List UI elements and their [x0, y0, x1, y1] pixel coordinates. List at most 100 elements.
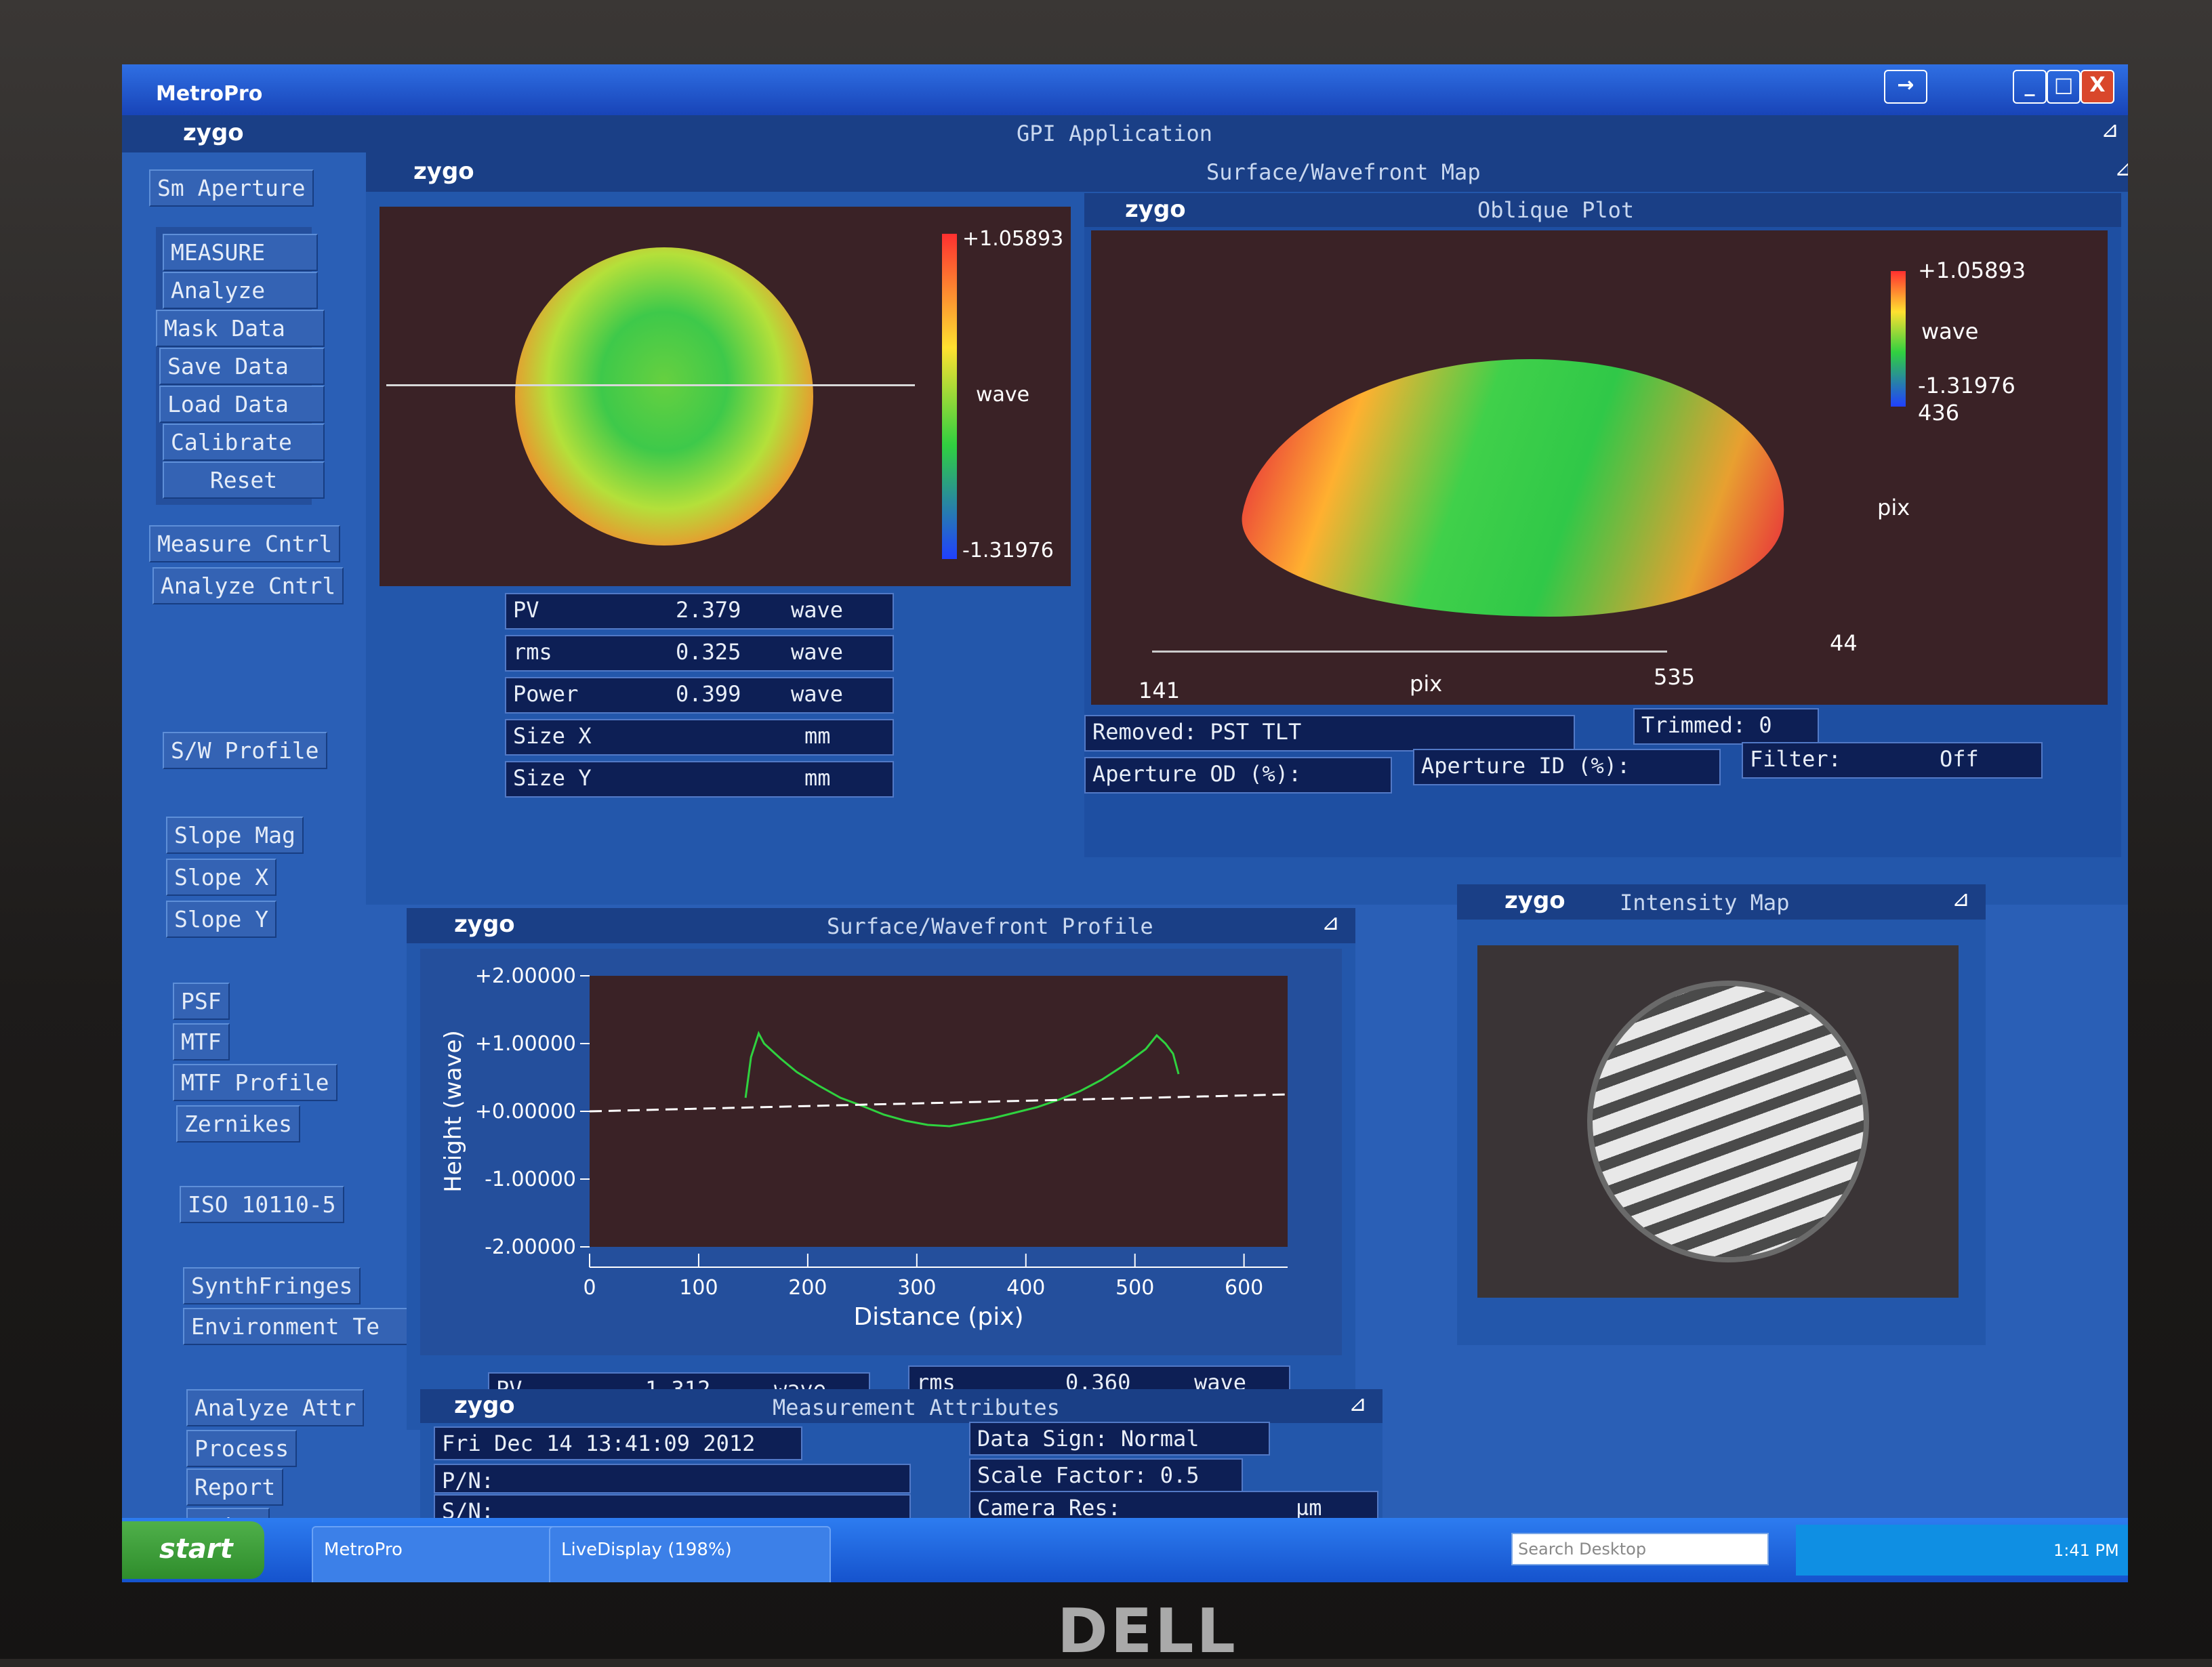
- camera-res-field: Camera Res: µm: [969, 1491, 1378, 1521]
- load-data-button[interactable]: Load Data: [159, 386, 325, 423]
- app-header: zygo GPI Application ⊿: [122, 115, 2128, 152]
- slope-y-button[interactable]: Slope Y: [166, 901, 277, 938]
- oblique-surface: [1224, 359, 1812, 617]
- x-axis-label: Distance (pix): [853, 1303, 1023, 1331]
- save-data-button[interactable]: Save Data: [159, 348, 325, 385]
- date-field: Fri Dec 14 13:41:09 2012: [434, 1426, 802, 1460]
- stat-rms: rms 0.325 wave: [505, 635, 894, 672]
- color-scale-bar: [942, 234, 957, 559]
- x-tick-label: 500: [1115, 1276, 1154, 1300]
- pin-icon[interactable]: ⊿: [1952, 886, 1970, 911]
- mtf-button[interactable]: MTF: [173, 1023, 230, 1061]
- search-desktop-input[interactable]: Search Desktop: [1511, 1533, 1769, 1565]
- oblique-x-max: 535: [1654, 664, 1696, 690]
- process-button[interactable]: Process: [186, 1430, 298, 1467]
- oblique-scale-unit: wave: [1921, 318, 1979, 344]
- arrow-icon[interactable]: →: [1884, 70, 1927, 104]
- pin-icon[interactable]: ⊿: [2114, 155, 2128, 181]
- pn-field: P/N:: [434, 1464, 911, 1494]
- y-tick-label: -2.00000: [485, 1235, 576, 1259]
- attributes-panel: zygo Measurement Attributes ⊿ Fri Dec 14…: [420, 1389, 1382, 1521]
- minimize-button[interactable]: _: [2013, 70, 2047, 104]
- mask-data-button[interactable]: Mask Data: [156, 310, 325, 347]
- attributes-title: Measurement Attributes: [773, 1395, 1060, 1420]
- system-tray: 1:41 PM: [1796, 1525, 2128, 1576]
- measure-cntrl-button[interactable]: Measure Cntrl: [149, 525, 341, 562]
- profile-chart: +2.00000 +1.00000 +0.00000 -1.00000 -2.00000…: [440, 964, 1288, 1331]
- oblique-scale-min: -1.31976: [1918, 373, 2015, 398]
- stat-size-y: Size Y mm: [505, 761, 894, 798]
- scale-min-label: -1.31976: [962, 539, 1054, 562]
- oblique-y-min: 44: [1830, 630, 1858, 656]
- screen: MetroPro → _ □ X zygo GPI Application ⊿ …: [122, 64, 2128, 1582]
- start-label: start: [159, 1534, 233, 1565]
- taskbar-item-livedisplay[interactable]: LiveDisplay (198%): [549, 1526, 831, 1582]
- x-tick-label: 100: [679, 1276, 718, 1300]
- environment-button[interactable]: Environment Te: [183, 1308, 433, 1345]
- removed-field: Removed: PST TLT: [1084, 715, 1575, 752]
- stat-pv: PV 2.379 wave: [505, 593, 894, 630]
- oblique-scale-bar: [1891, 271, 1906, 407]
- scale-unit-label: wave: [976, 383, 1030, 407]
- aperture-od-field: Aperture OD (%):: [1084, 757, 1392, 794]
- synthfringes-button[interactable]: SynthFringes: [183, 1267, 361, 1304]
- sn-field: S/N:: [434, 1494, 911, 1521]
- scale-factor-field: Scale Factor: 0.5: [969, 1458, 1243, 1492]
- aperture-id-field: Aperture ID (%):: [1413, 749, 1721, 785]
- trimmed-field: Trimmed: 0: [1633, 708, 1819, 745]
- slope-x-button[interactable]: Slope X: [166, 859, 277, 896]
- profile-header: zygo Surface/Wavefront Profile ⊿: [407, 908, 1355, 943]
- pin-icon[interactable]: ⊿: [1349, 1391, 1367, 1416]
- y-tick-label: +2.00000: [475, 964, 576, 988]
- window-titlebar: MetroPro → _ □ X: [122, 64, 2128, 115]
- zygo-logo: zygo: [1125, 196, 1186, 223]
- analyze-cntrl-button[interactable]: Analyze Cntrl: [152, 567, 344, 604]
- surface-map-image: [515, 247, 813, 546]
- clock: 1:41 PM: [2053, 1541, 2119, 1560]
- maximize-button[interactable]: □: [2047, 70, 2081, 104]
- intensity-map-image: [1477, 945, 1959, 1298]
- x-tick-label: 400: [1006, 1276, 1045, 1300]
- taskbar-item-metropro[interactable]: MetroPro: [312, 1526, 560, 1582]
- pin-icon[interactable]: ⊿: [1322, 909, 1340, 935]
- iso-10110-button[interactable]: ISO 10110-5: [180, 1186, 344, 1223]
- filter-field: Filter: Off: [1742, 742, 2043, 779]
- oblique-plot-area: +1.05893 wave -1.31976 436 pix 44 141 pi…: [1091, 230, 2108, 705]
- zygo-logo: zygo: [1504, 887, 1565, 914]
- slope-mag-button[interactable]: Slope Mag: [166, 817, 304, 854]
- profile-panel: zygo Surface/Wavefront Profile ⊿ +2.0000…: [407, 908, 1355, 1430]
- start-button[interactable]: start: [122, 1521, 264, 1579]
- profile-cursor-line[interactable]: [386, 384, 915, 386]
- aperture-selector[interactable]: Sm Aperture: [149, 169, 314, 207]
- dell-logo: DELL: [1057, 1596, 1238, 1667]
- surface-map-plot: +1.05893 wave -1.31976: [380, 207, 1071, 586]
- y-tick-label: +1.00000: [475, 1032, 576, 1056]
- pin-icon[interactable]: ⊿: [2101, 117, 2119, 142]
- mtf-profile-button[interactable]: MTF Profile: [173, 1064, 337, 1101]
- measure-button[interactable]: MEASURE: [163, 234, 318, 271]
- intensity-map-header: zygo Intensity Map ⊿: [1457, 884, 1986, 920]
- surface-map-title: Surface/Wavefront Map: [1206, 159, 1481, 185]
- profile-chart-container: +2.00000 +1.00000 +0.00000 -1.00000 -2.00000…: [420, 949, 1342, 1355]
- x-tick-label: 0: [583, 1276, 596, 1300]
- calibrate-button[interactable]: Calibrate: [163, 424, 325, 461]
- oblique-scale-max: +1.05893: [1918, 258, 2026, 283]
- analyze-attr-button[interactable]: Analyze Attr: [186, 1389, 365, 1426]
- zygo-logo: zygo: [454, 1392, 515, 1419]
- stat-size-x: Size X mm: [505, 719, 894, 756]
- zygo-logo: zygo: [183, 119, 244, 146]
- report-button[interactable]: Report: [186, 1468, 284, 1506]
- close-button[interactable]: X: [2081, 70, 2114, 104]
- fringe-pattern: [1593, 986, 1864, 1257]
- attributes-header: zygo Measurement Attributes ⊿: [420, 1389, 1382, 1423]
- measure-button-group: MEASURE Analyze Mask Data Save Data Load…: [156, 227, 325, 505]
- zernikes-button[interactable]: Zernikes: [176, 1105, 300, 1143]
- sw-profile-button[interactable]: S/W Profile: [163, 732, 327, 769]
- app-title: GPI Application: [1017, 121, 1212, 146]
- psf-button[interactable]: PSF: [173, 983, 230, 1020]
- surface-map-header: zygo Surface/Wavefront Map ⊿: [366, 152, 2128, 192]
- reset-button[interactable]: Reset: [163, 461, 325, 499]
- analyze-button[interactable]: Analyze: [163, 272, 318, 309]
- y-axis-label: Height (wave): [440, 1030, 467, 1192]
- oblique-y-unit: pix: [1877, 495, 1910, 520]
